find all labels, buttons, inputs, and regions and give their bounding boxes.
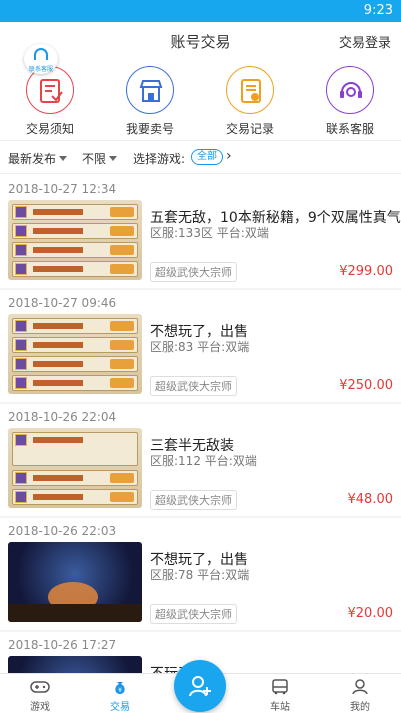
menu-item-records[interactable]: 交易记录 [200,66,300,138]
listing-game-tag: 超级武侠大宗师 [150,490,237,510]
menu-item-sell[interactable]: 我要卖号 [100,66,200,138]
svg-text:¥: ¥ [118,687,122,694]
bus-icon [272,679,288,695]
quick-menu: 交易须知 我要卖号 交易记录 联系客服 [0,60,401,138]
listing-date: 2018-10-26 22:04 [8,410,117,424]
tab-label: 我的 [350,702,370,713]
tab-label: 交易 [110,702,130,713]
listing-list[interactable]: 2018-10-27 12:34 五套无敌，10本新秘籍，9个双属性真气 区服:… [0,176,401,673]
menu-label: 联系客服 [325,122,374,136]
status-bar: 9:23 [0,0,401,22]
listing-thumbnail [8,428,142,508]
listing-game-tag: 超级武侠大宗师 [150,604,237,624]
listing-date: 2018-10-26 17:27 [8,638,117,652]
listing-price: ¥48.00 [347,492,394,507]
listing-area: 区服:78 [150,568,194,582]
floating-support-badge[interactable]: 联系客服 [24,44,58,74]
tab-label: 游戏 [30,702,50,713]
headset-icon [34,48,48,60]
listing-meta: 区服:83 平台:双端 [150,338,249,355]
listing-area: 区服:83 [150,340,194,354]
record-icon [226,66,274,114]
listing-card[interactable]: 2018-10-26 22:04 三套半无敌装 区服:112 平台:双端 超级武… [0,404,401,516]
menu-label: 我要卖号 [125,122,174,136]
listing-platform: 平台:双端 [204,454,257,468]
listing-price: ¥20.00 [347,606,394,621]
listing-date: 2018-10-27 09:46 [8,296,117,310]
chevron-right-icon[interactable]: › [226,148,232,164]
listing-platform: 平台:双端 [197,568,250,582]
listing-game-tag: 超级武侠大宗师 [150,376,237,396]
app-header: 账号交易 交易登录 [0,22,401,58]
listing-thumbnail [8,656,142,673]
floating-support-label: 联系客服 [28,66,53,73]
tab-trade[interactable]: ¥ 交易 [80,674,160,713]
listing-meta: 区服:112 平台:双端 [150,452,257,469]
listing-platform: 平台:双端 [216,226,269,240]
listing-date: 2018-10-26 22:03 [8,524,117,538]
limit-dropdown[interactable]: 不限 [82,150,118,167]
tab-station[interactable]: 车站 [240,674,320,713]
gamepad-icon [30,681,50,693]
caret-down-icon [59,156,68,161]
money-bag-icon: ¥ [115,682,125,694]
support-icon [326,66,374,114]
status-time: 9:23 [363,3,393,18]
listing-card[interactable]: 2018-10-26 22:03 不想玩了，出售 区服:78 平台:双端 超级武… [0,518,401,630]
listing-area: 区服:133区 [150,226,213,240]
tab-label: 车站 [270,702,290,713]
menu-label: 交易记录 [225,122,274,136]
choose-game-label: 选择游戏: [133,152,186,166]
listing-meta: 区服:78 平台:双端 [150,566,249,583]
notice-icon [26,66,74,114]
tab-mine[interactable]: 我的 [320,674,400,713]
listing-card[interactable]: 2018-10-27 12:34 五套无敌，10本新秘籍，9个双属性真气 区服:… [0,176,401,288]
sort-dropdown[interactable]: 最新发布 [8,150,68,167]
menu-item-notice[interactable]: 交易须知 [0,66,100,138]
listing-price: ¥299.00 [339,264,393,279]
tab-games[interactable]: 游戏 [0,674,80,713]
listing-thumbnail [8,200,142,280]
sort-label: 最新发布 [8,152,57,166]
filter-bar: 最新发布 不限 选择游戏: 全部 › [0,140,401,174]
game-filter-all[interactable]: 全部 [191,149,223,165]
caret-down-icon [109,156,118,161]
listing-area: 区服:112 [150,454,201,468]
listing-date: 2018-10-27 12:34 [8,182,117,196]
listing-meta: 区服:133区 平台:双端 [150,224,269,241]
listing-thumbnail [8,542,142,622]
limit-label: 不限 [82,152,107,166]
listing-game-tag: 超级武侠大宗师 [150,262,237,282]
listing-thumbnail [8,314,142,394]
menu-label: 交易须知 [25,122,74,136]
user-icon [352,679,368,695]
add-friend-button[interactable] [174,660,226,712]
shop-icon [126,66,174,114]
trade-login-link[interactable]: 交易登录 [339,32,391,51]
listing-card[interactable]: 2018-10-27 09:46 不想玩了，出售 区服:83 平台:双端 超级武… [0,290,401,402]
add-user-icon [189,676,211,697]
listing-platform: 平台:双端 [197,340,250,354]
listing-price: ¥250.00 [339,378,393,393]
menu-item-support[interactable]: 联系客服 [300,66,400,138]
